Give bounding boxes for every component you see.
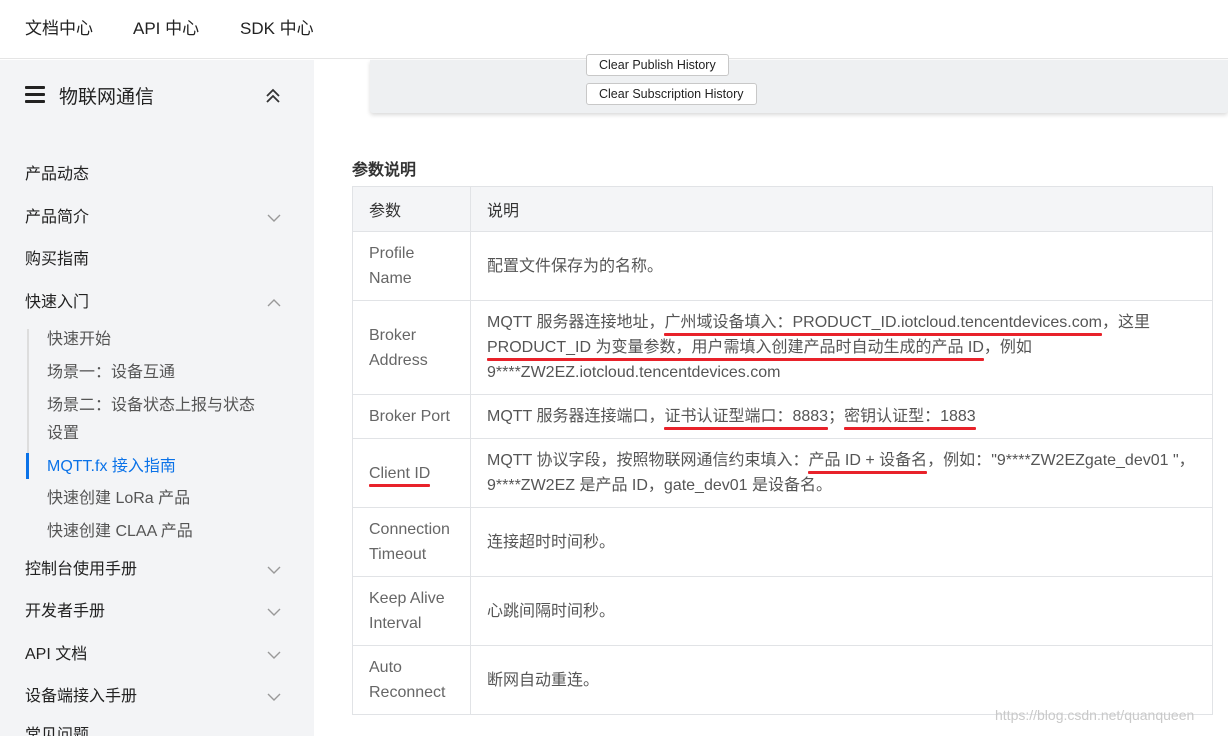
sidebar-item-product-news[interactable]: 产品动态 bbox=[25, 161, 290, 189]
sidebar-item-label: 产品动态 bbox=[25, 166, 90, 183]
sidebar-header: 物联网通信 bbox=[25, 82, 290, 112]
nav-doc-center[interactable]: 文档中心 bbox=[25, 14, 93, 39]
sidebar-item-developer-manual[interactable]: 开发者手册 bbox=[25, 598, 290, 626]
desc-text: MQTT 协议字段，按照物联网通信约束填入： bbox=[487, 452, 809, 469]
sidebar-subitem-scene-one[interactable]: 场景一：设备互通 bbox=[47, 359, 277, 387]
underlined-text: 密钥认证型：1883 bbox=[844, 408, 976, 425]
chevron-up-icon bbox=[267, 299, 281, 307]
desc-text: ； bbox=[828, 408, 845, 425]
active-indicator bbox=[26, 453, 29, 479]
table-header-row: 参数 说明 bbox=[352, 186, 1213, 232]
top-navigation-bar: 文档中心 API 中心 SDK 中心 bbox=[0, 0, 1228, 59]
chevron-down-icon bbox=[267, 214, 281, 222]
sidebar-item-console-manual[interactable]: 控制台使用手册 bbox=[25, 556, 290, 584]
sidebar-item-label: 开发者手册 bbox=[25, 603, 106, 620]
sidebar-item-purchase-guide[interactable]: 购买指南 bbox=[25, 246, 290, 274]
table-row: Connection Timeout 连接超时时间秒。 bbox=[352, 507, 1213, 577]
table-row: Broker Port MQTT 服务器连接端口，证书认证型端口：8883；密钥… bbox=[352, 394, 1213, 439]
clear-subscription-history-button: Clear Subscription History bbox=[586, 83, 757, 105]
clear-publish-history-button: Clear Publish History bbox=[586, 54, 729, 76]
sidebar-item-label: 设备端接入手册 bbox=[25, 688, 138, 705]
sidebar-item-label: API 文档 bbox=[25, 646, 88, 663]
menu-icon[interactable] bbox=[25, 86, 45, 104]
desc-cell: MQTT 服务器连接端口，证书认证型端口：8883；密钥认证型：1883 bbox=[470, 394, 1213, 439]
param-cell: Broker Port bbox=[352, 394, 471, 439]
desc-text: MQTT 服务器连接端口， bbox=[487, 408, 665, 425]
sidebar-item-quick-start[interactable]: 快速入门 bbox=[25, 289, 290, 317]
desc-text: ，例如： bbox=[927, 452, 992, 469]
chevron-down-icon bbox=[267, 651, 281, 659]
chevron-down-icon bbox=[267, 693, 281, 701]
section-title: 参数说明 bbox=[352, 162, 417, 179]
sidebar-item-product-intro[interactable]: 产品简介 bbox=[25, 204, 290, 232]
table-row: Broker Address MQTT 服务器连接地址，广州域设备填入：PROD… bbox=[352, 300, 1213, 395]
table-row: Profile Name 配置文件保存为的名称。 bbox=[352, 231, 1213, 301]
chevron-down-icon bbox=[267, 608, 281, 616]
embedded-screenshot: Clear Publish History Clear Subscription… bbox=[370, 54, 1228, 113]
nav-api-center[interactable]: API 中心 bbox=[133, 14, 199, 39]
sidebar-item-label: 购买指南 bbox=[25, 251, 90, 268]
column-header-desc: 说明 bbox=[470, 186, 1213, 232]
sidebar: 物联网通信 产品动态 产品简介 购买指南 快速入门 快速开始 场景一：设备互通 … bbox=[0, 60, 314, 736]
param-cell: Client ID bbox=[352, 438, 471, 508]
param-cell: Auto Reconnect bbox=[352, 645, 471, 715]
desc-cell: 断网自动重连。 bbox=[470, 645, 1213, 715]
sidebar-subitem-quick-begin[interactable]: 快速开始 bbox=[47, 326, 277, 354]
desc-cell: 配置文件保存为的名称。 bbox=[470, 231, 1213, 301]
param-cell: Profile Name bbox=[352, 231, 471, 301]
param-cell: Broker Address bbox=[352, 300, 471, 395]
table-row: Client ID MQTT 协议字段，按照物联网通信约束填入：产品 ID + … bbox=[352, 438, 1213, 508]
sidebar-item-faq[interactable]: 常见问题 bbox=[25, 722, 290, 736]
sidebar-item-label: 常见问题 bbox=[25, 727, 90, 736]
desc-cell: MQTT 服务器连接地址，广州域设备填入：PRODUCT_ID.iotcloud… bbox=[470, 300, 1213, 395]
main-content: Clear Publish History Clear Subscription… bbox=[314, 54, 1228, 736]
parameter-table: 参数 说明 Profile Name 配置文件保存为的名称。 Broker Ad… bbox=[352, 186, 1213, 715]
sidebar-item-device-manual[interactable]: 设备端接入手册 bbox=[25, 683, 290, 711]
sidebar-item-label: 快速入门 bbox=[25, 294, 90, 311]
table-row: Keep Alive Interval 心跳间隔时间秒。 bbox=[352, 576, 1213, 646]
sidebar-item-api-docs[interactable]: API 文档 bbox=[25, 641, 290, 669]
underlined-text: PRODUCT_ID 为变量参数，用户需填入创建产品时自动生成的产品 ID bbox=[487, 339, 984, 356]
sidebar-subitem-claa[interactable]: 快速创建 CLAA 产品 bbox=[47, 518, 277, 546]
underlined-text: 证书认证型端口：8883 bbox=[664, 408, 829, 425]
underlined-text: 产品 ID + 设备名 bbox=[808, 452, 928, 469]
sidebar-item-label: 控制台使用手册 bbox=[25, 561, 138, 578]
sidebar-item-label: 产品简介 bbox=[25, 209, 90, 226]
sidebar-subitem-mqttfx-guide[interactable]: MQTT.fx 接入指南 bbox=[47, 453, 277, 481]
sidebar-subitem-lora[interactable]: 快速创建 LoRa 产品 bbox=[47, 485, 277, 513]
underlined-text: 广州域设备填入：PRODUCT_ID.iotcloud.tencentdevic… bbox=[664, 314, 1102, 331]
table-row: Auto Reconnect 断网自动重连。 bbox=[352, 645, 1213, 715]
desc-cell: 连接超时时间秒。 bbox=[470, 507, 1213, 577]
chevron-down-icon bbox=[267, 566, 281, 574]
desc-text: ，这里 bbox=[1101, 314, 1150, 331]
desc-cell: MQTT 协议字段，按照物联网通信约束填入：产品 ID + 设备名，例如："9*… bbox=[470, 438, 1213, 508]
underlined-text: Client ID bbox=[369, 464, 431, 482]
desc-cell: 心跳间隔时间秒。 bbox=[470, 576, 1213, 646]
param-cell: Keep Alive Interval bbox=[352, 576, 471, 646]
param-cell: Connection Timeout bbox=[352, 507, 471, 577]
column-header-param: 参数 bbox=[352, 186, 471, 232]
desc-text: MQTT 服务器连接地址， bbox=[487, 314, 665, 331]
watermark: https://blog.csdn.net/quanqueen bbox=[995, 707, 1195, 723]
sidebar-title: 物联网通信 bbox=[59, 87, 155, 108]
sidebar-subitem-scene-two[interactable]: 场景二：设备状态上报与状态设置 bbox=[47, 392, 262, 448]
nav-sdk-center[interactable]: SDK 中心 bbox=[240, 14, 314, 39]
double-chevron-up-icon[interactable] bbox=[263, 86, 283, 106]
